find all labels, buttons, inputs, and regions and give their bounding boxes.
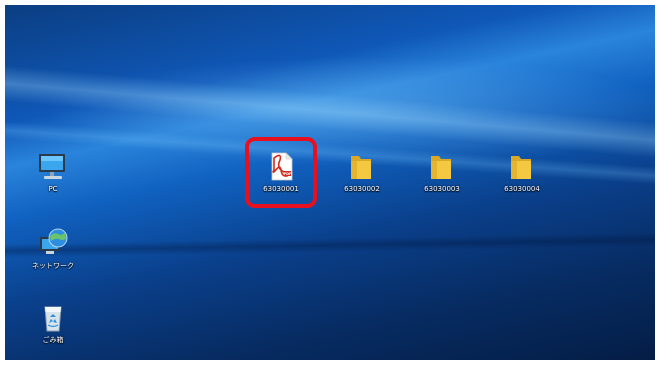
desktop-icon-folder[interactable]: 63030004 bbox=[490, 152, 554, 194]
desktop-icon-folder[interactable]: 63030003 bbox=[410, 152, 474, 194]
desktop-icon-recycle-bin[interactable]: ごみ箱 bbox=[21, 303, 85, 345]
recycle-bin-icon bbox=[44, 306, 62, 332]
highlight-box bbox=[245, 137, 317, 208]
desktop-icon-folder[interactable]: 63030002 bbox=[330, 152, 394, 194]
folder-icon bbox=[431, 156, 451, 179]
desktop-icon-label: 63030004 bbox=[504, 185, 540, 193]
desktop: PC ネットワーク ごみ箱 PDF 63030001 63030002 6303… bbox=[5, 5, 655, 360]
folder-icon bbox=[511, 156, 531, 179]
desktop-icon-network[interactable]: ネットワーク bbox=[21, 227, 85, 271]
network-icon bbox=[40, 228, 68, 254]
wallpaper-shadow-band bbox=[5, 230, 655, 259]
desktop-icon-label: ごみ箱 bbox=[42, 336, 64, 344]
desktop-icon-label: 63030003 bbox=[424, 185, 460, 193]
computer-icon bbox=[39, 154, 65, 179]
folder-icon bbox=[351, 156, 371, 179]
desktop-icon-pc[interactable]: PC bbox=[21, 152, 85, 194]
desktop-icon-label: ネットワーク bbox=[32, 262, 74, 270]
desktop-icon-label: PC bbox=[48, 185, 58, 193]
desktop-icon-label: 63030002 bbox=[344, 185, 380, 193]
